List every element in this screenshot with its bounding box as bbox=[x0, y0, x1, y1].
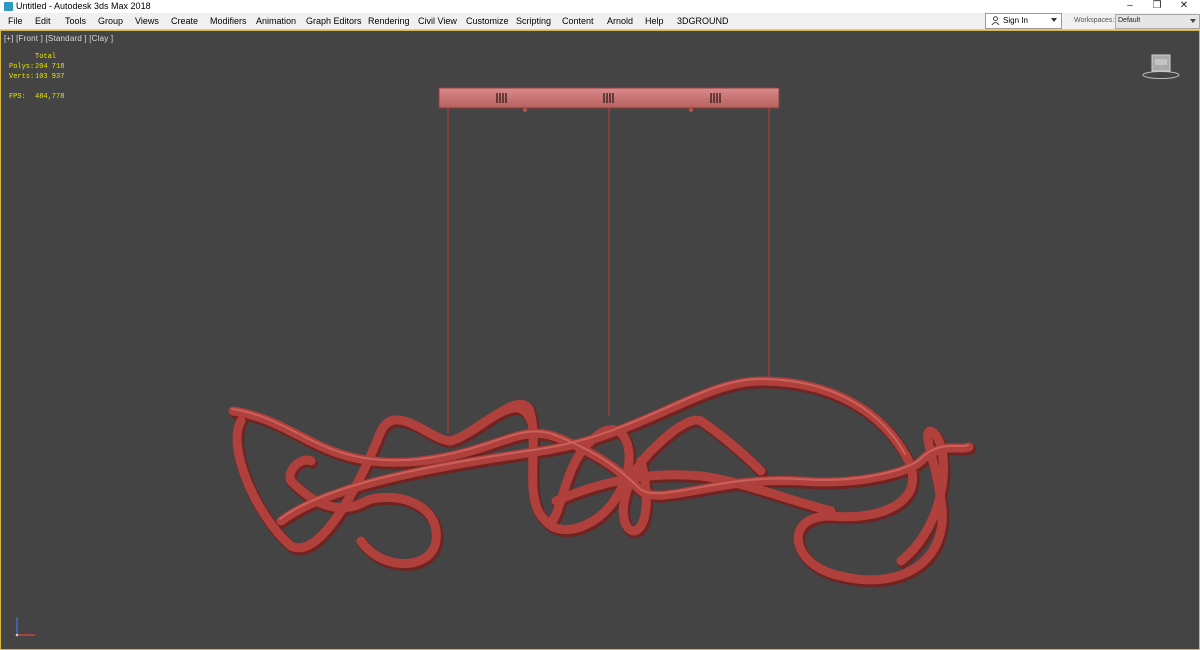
menu-content[interactable]: Content bbox=[562, 16, 594, 26]
minimize-button[interactable]: – bbox=[1116, 0, 1144, 13]
menu-help[interactable]: Help bbox=[645, 16, 664, 26]
menu-modifiers[interactable]: Modifiers bbox=[210, 16, 247, 26]
axis-tripod-icon bbox=[15, 617, 35, 637]
app-icon bbox=[4, 2, 13, 11]
chevron-down-icon bbox=[1051, 18, 1057, 22]
menu-tools[interactable]: Tools bbox=[65, 16, 86, 26]
tube-loops bbox=[228, 376, 976, 588]
sign-in-label: Sign In bbox=[1003, 16, 1028, 25]
chevron-down-icon bbox=[1190, 19, 1196, 23]
workspaces-value: Default bbox=[1118, 17, 1141, 24]
maximize-button[interactable]: ❐ bbox=[1143, 0, 1171, 13]
menu-views[interactable]: Views bbox=[135, 16, 159, 26]
workspaces-label: Workspaces: bbox=[1074, 17, 1115, 24]
menu-animation[interactable]: Animation bbox=[256, 16, 296, 26]
menu-create[interactable]: Create bbox=[171, 16, 198, 26]
menu-file[interactable]: File bbox=[8, 16, 23, 26]
menu-3dground[interactable]: 3DGROUND bbox=[677, 16, 729, 26]
menu-scripting[interactable]: Scripting bbox=[516, 16, 551, 26]
menu-edit[interactable]: Edit bbox=[35, 16, 51, 26]
sign-in-dropdown[interactable]: Sign In bbox=[985, 13, 1062, 29]
menu-graph-editors[interactable]: Graph Editors bbox=[306, 16, 362, 26]
close-button[interactable]: ✕ bbox=[1170, 0, 1198, 13]
menu-arnold[interactable]: Arnold bbox=[607, 16, 633, 26]
user-icon bbox=[991, 16, 1000, 25]
front-viewport[interactable]: [+] [Front ] [Standard ] [Clay ] Total P… bbox=[0, 30, 1200, 650]
title-bar: Untitled - Autodesk 3ds Max 2018 – ❐ ✕ bbox=[0, 0, 1200, 13]
menu-rendering[interactable]: Rendering bbox=[368, 16, 410, 26]
pendant-lamp-model[interactable] bbox=[1, 31, 1199, 649]
menu-group[interactable]: Group bbox=[98, 16, 123, 26]
window-title: Untitled - Autodesk 3ds Max 2018 bbox=[16, 1, 151, 11]
menu-customize[interactable]: Customize bbox=[466, 16, 509, 26]
menu-civil-view[interactable]: Civil View bbox=[418, 16, 457, 26]
workspaces-select[interactable]: Default bbox=[1115, 14, 1200, 29]
